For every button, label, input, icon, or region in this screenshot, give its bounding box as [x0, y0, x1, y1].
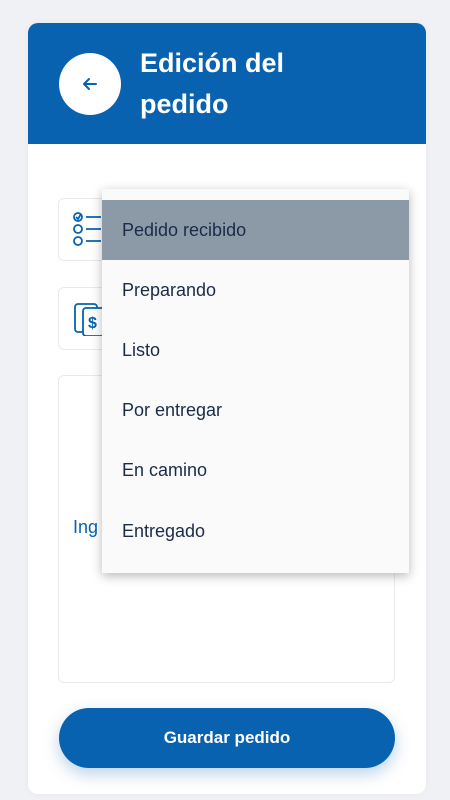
- status-option-en-camino[interactable]: En camino: [102, 440, 409, 500]
- status-option-preparando[interactable]: Preparando: [102, 260, 409, 320]
- status-option-pedido-recibido[interactable]: Pedido recibido: [102, 200, 409, 260]
- status-option-por-entregar[interactable]: Por entregar: [102, 380, 409, 440]
- checklist-icon: [73, 212, 101, 246]
- status-dropdown-menu: Pedido recibido Preparando Listo Por ent…: [102, 189, 409, 573]
- status-option-entregado[interactable]: Entregado: [102, 501, 409, 561]
- status-option-listo[interactable]: Listo: [102, 320, 409, 380]
- notes-placeholder: Ing: [73, 517, 99, 537]
- back-button[interactable]: [59, 53, 121, 115]
- header-bar: Edición del pedido: [28, 23, 426, 144]
- page-title: Edición del pedido: [140, 48, 285, 119]
- svg-text:$: $: [88, 315, 97, 332]
- arrow-left-icon: [83, 78, 97, 90]
- save-order-button[interactable]: Guardar pedido: [59, 708, 395, 768]
